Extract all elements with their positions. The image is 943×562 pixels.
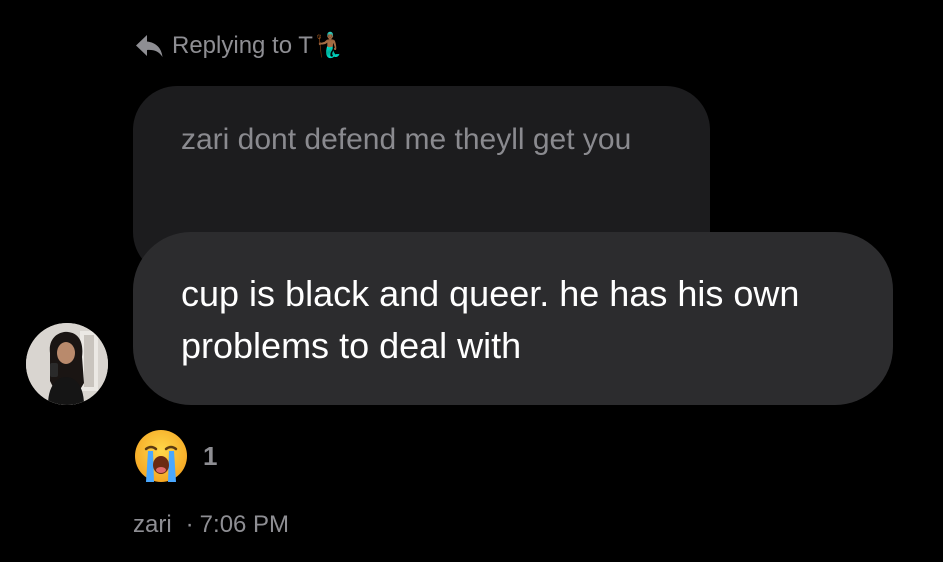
message-footer: zari · 7:06 PM — [133, 511, 289, 539]
loudly-crying-face-icon — [135, 430, 187, 482]
merman-emoji-icon: 🧜🏾‍♂️ — [314, 32, 345, 59]
sender-name[interactable]: zari — [133, 511, 172, 539]
message-text: cup is black and queer. he has his own p… — [181, 273, 800, 366]
reaction[interactable]: 1 — [133, 428, 217, 484]
avatar-photo — [26, 323, 108, 405]
reply-header[interactable]: Replying to T 🧜🏾‍♂️ — [134, 28, 345, 64]
reply-header-label: Replying to T — [172, 32, 313, 59]
avatar[interactable] — [26, 323, 108, 405]
reply-arrow-icon — [136, 35, 163, 57]
footer-separator: · — [185, 511, 194, 538]
quoted-message-text: zari dont defend me theyll get you — [181, 123, 632, 156]
message-timestamp: 7:06 PM — [199, 511, 290, 538]
reaction-count: 1 — [203, 440, 218, 471]
message-bubble[interactable]: cup is black and queer. he has his own p… — [133, 232, 893, 405]
